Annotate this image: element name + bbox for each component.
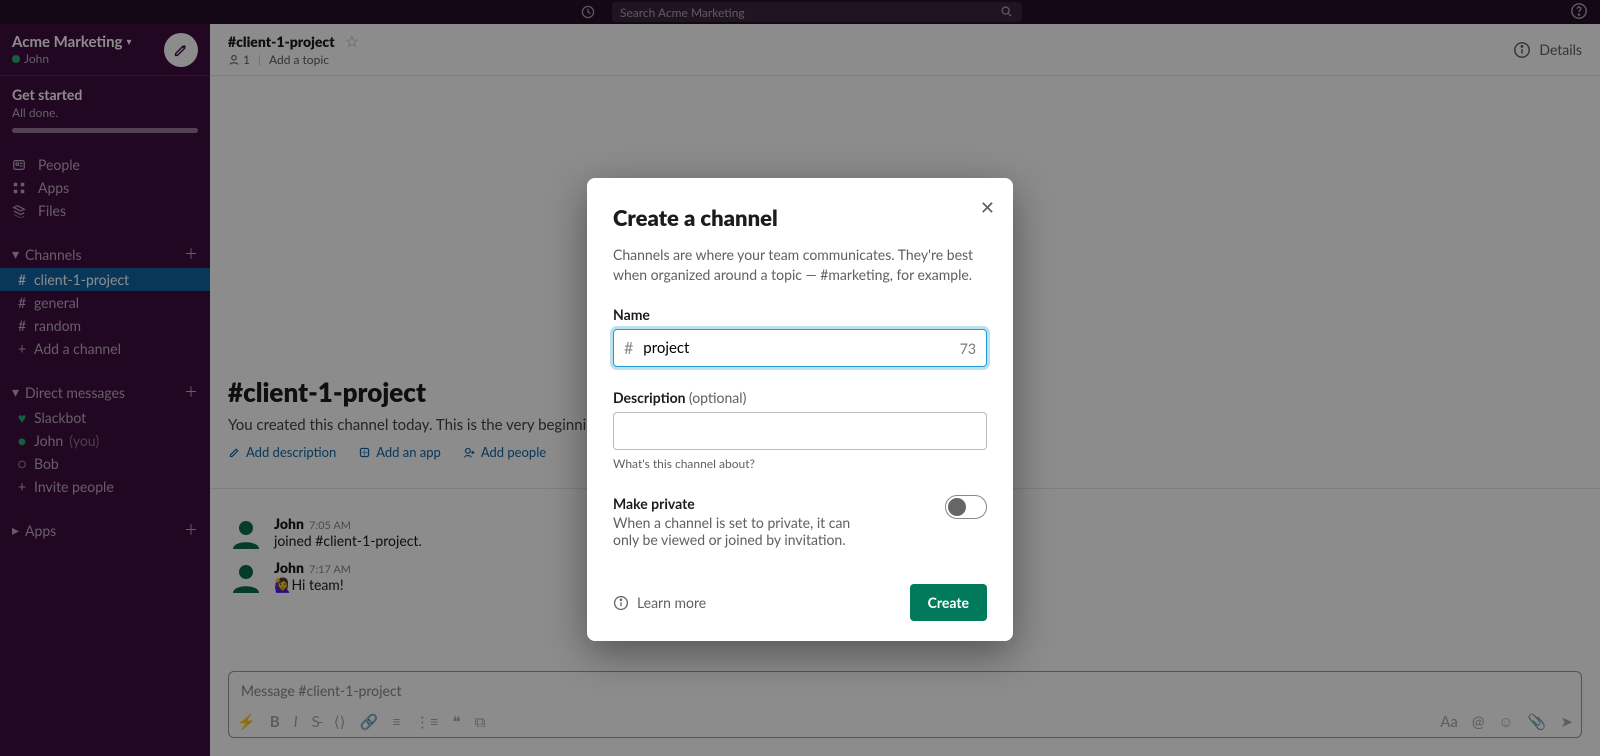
make-private-title: Make private xyxy=(613,495,873,512)
learn-more-link[interactable]: Learn more xyxy=(613,594,706,611)
create-button[interactable]: Create xyxy=(910,584,987,621)
hash-prefix-icon: # xyxy=(624,339,633,358)
channel-description-input[interactable] xyxy=(613,412,987,450)
make-private-text: When a channel is set to private, it can… xyxy=(613,514,873,548)
name-label: Name xyxy=(613,306,987,323)
close-icon[interactable]: ✕ xyxy=(980,196,995,219)
description-helper: What's this channel about? xyxy=(613,456,987,471)
char-count: 73 xyxy=(960,340,976,357)
modal-title: Create a channel xyxy=(613,204,987,231)
channel-name-field[interactable]: # 73 xyxy=(613,329,987,367)
description-label: Description (optional) xyxy=(613,389,987,406)
create-channel-modal: ✕ Create a channel Channels are where yo… xyxy=(587,178,1013,641)
modal-intro-text: Channels are where your team communicate… xyxy=(613,245,987,284)
toggle-knob xyxy=(948,498,966,516)
make-private-toggle[interactable] xyxy=(945,495,987,519)
channel-name-input[interactable] xyxy=(641,338,951,358)
